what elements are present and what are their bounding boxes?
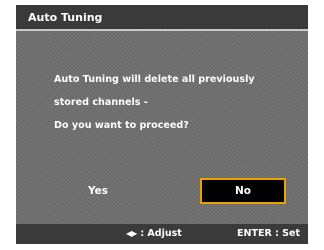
dialog-message: Auto Tuning will delete all previously s… xyxy=(54,73,304,142)
auto-tuning-dialog: Auto Tuning Auto Tuning will delete all … xyxy=(16,5,308,244)
message-line-3: Do you want to proceed? xyxy=(54,120,189,131)
no-button[interactable]: No xyxy=(200,178,286,204)
left-right-arrows-icon: ◀▶ xyxy=(126,229,137,238)
message-line-1: Auto Tuning will delete all previously xyxy=(54,74,255,85)
yes-button[interactable]: Yes xyxy=(55,178,141,204)
dialog-title: Auto Tuning xyxy=(16,5,308,31)
adjust-hint: ◀▶: Adjust xyxy=(126,224,182,244)
adjust-label: : Adjust xyxy=(140,228,182,239)
message-line-2: stored channels - xyxy=(54,97,148,108)
footer-bar: ◀▶: Adjust ENTER : Set xyxy=(16,224,308,244)
enter-set-hint: ENTER : Set xyxy=(237,228,300,239)
